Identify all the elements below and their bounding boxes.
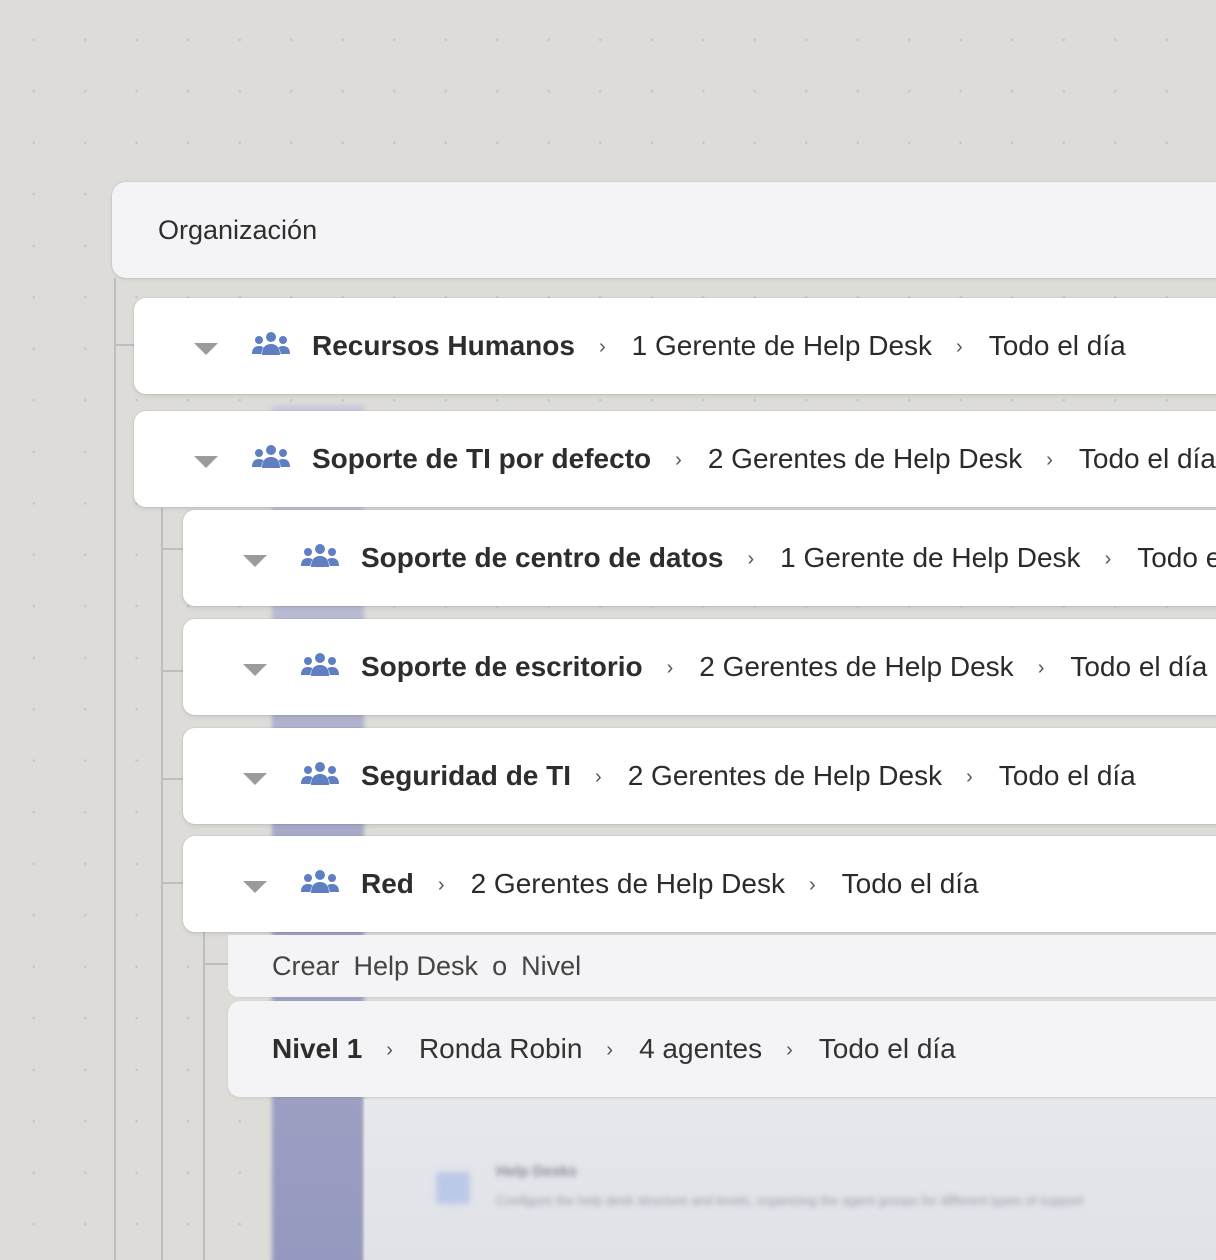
background-description: Configure the help desk structure and le… [496,1193,1084,1208]
separator-icon: › [1037,656,1045,679]
background-title: Help Desks [496,1163,577,1180]
group-schedule: Todo el día [1070,651,1208,682]
group-name: Red [361,868,414,899]
help-desk-org-view: Help Desks Configure the help desk struc… [0,0,1216,1260]
group-name: Soporte de escritorio [361,651,643,682]
tree-branch-hr [114,344,136,346]
group-row-soporte-centro-datos[interactable]: Soporte de centro de datos › 1 Gerente d… [183,510,1216,606]
tree-line-network [203,932,205,1260]
collapse-caret-icon[interactable] [243,773,267,785]
organization-header: Organización [112,182,1216,278]
group-schedule: Todo el día [988,330,1126,361]
create-level-link[interactable]: Nivel [521,951,581,982]
group-name: Seguridad de TI [361,760,572,791]
separator-icon: › [1104,547,1112,570]
create-label: Crear [272,950,340,981]
organization-title: Organización [158,215,318,245]
separator-icon: › [386,1038,393,1061]
group-managers: 1 Gerente de Help Desk [631,330,933,361]
background-help-desk-icon [436,1172,470,1204]
users-group-icon [252,332,290,355]
tree-branch-desktop [161,670,183,672]
separator-icon: › [1046,448,1053,471]
group-managers: 2 Gerentes de Help Desk [699,651,1014,682]
separator-icon: › [956,335,963,358]
tree-branch-datacenter [161,548,183,550]
create-help-desk-link[interactable]: Help Desk [354,951,479,982]
create-or-label: o [492,950,508,981]
users-group-icon [301,762,339,785]
group-row-soporte-ti-defecto[interactable]: Soporte de TI por defecto › 2 Gerentes d… [134,411,1216,507]
collapse-caret-icon[interactable] [194,343,218,355]
separator-icon: › [786,1038,793,1061]
group-managers: 2 Gerentes de Help Desk [627,760,943,791]
tree-branch-create [203,963,229,965]
group-row-recursos-humanos[interactable]: Recursos Humanos › 1 Gerente de Help Des… [134,298,1216,394]
users-group-icon [301,870,339,893]
users-group-icon [301,653,339,676]
level-routing: Ronda Robin [418,1033,583,1064]
separator-icon: › [606,1038,614,1061]
collapse-caret-icon[interactable] [194,456,218,468]
group-row-soporte-escritorio[interactable]: Soporte de escritorio › 2 Gerentes de He… [183,619,1216,715]
group-name: Soporte de centro de datos [361,542,724,573]
tree-line-it [161,508,163,1260]
separator-icon: › [437,873,445,896]
collapse-caret-icon[interactable] [243,881,267,893]
group-schedule: Todo el día [998,760,1136,791]
tree-line-root [114,278,116,1260]
background-content [364,1098,1216,1260]
create-help-desk-or-level-row: Crear Help Desk o Nivel [228,935,1216,997]
group-row-red[interactable]: Red › 2 Gerentes de Help Desk › Todo el … [183,836,1216,932]
level-name: Nivel 1 [272,1033,363,1064]
group-name: Soporte de TI por defecto [312,443,652,474]
separator-icon: › [595,765,602,788]
separator-icon: › [966,765,973,788]
group-name: Recursos Humanos [312,330,575,361]
tree-branch-network [161,882,183,884]
group-managers: 2 Gerentes de Help Desk [707,443,1023,474]
separator-icon: › [747,547,755,570]
group-row-seguridad-ti[interactable]: Seguridad de TI › 2 Gerentes de Help Des… [183,728,1216,824]
tree-branch-security [161,778,183,780]
separator-icon: › [666,656,674,679]
group-schedule: Todo el día [1078,443,1216,474]
level-row-nivel-1[interactable]: Nivel 1 › Ronda Robin › 4 agentes › Todo… [228,1001,1216,1097]
level-agents: 4 agentes [639,1033,763,1064]
collapse-caret-icon[interactable] [243,664,267,676]
group-managers: 1 Gerente de Help Desk [780,542,1081,573]
group-schedule: Todo el día [1137,542,1216,573]
separator-icon: › [598,335,606,358]
separator-icon: › [808,873,816,896]
group-managers: 2 Gerentes de Help Desk [470,868,785,899]
users-group-icon [252,445,290,468]
collapse-caret-icon[interactable] [243,555,267,567]
level-schedule: Todo el día [818,1033,956,1064]
separator-icon: › [675,448,682,471]
users-group-icon [301,544,339,567]
group-schedule: Todo el día [841,868,979,899]
